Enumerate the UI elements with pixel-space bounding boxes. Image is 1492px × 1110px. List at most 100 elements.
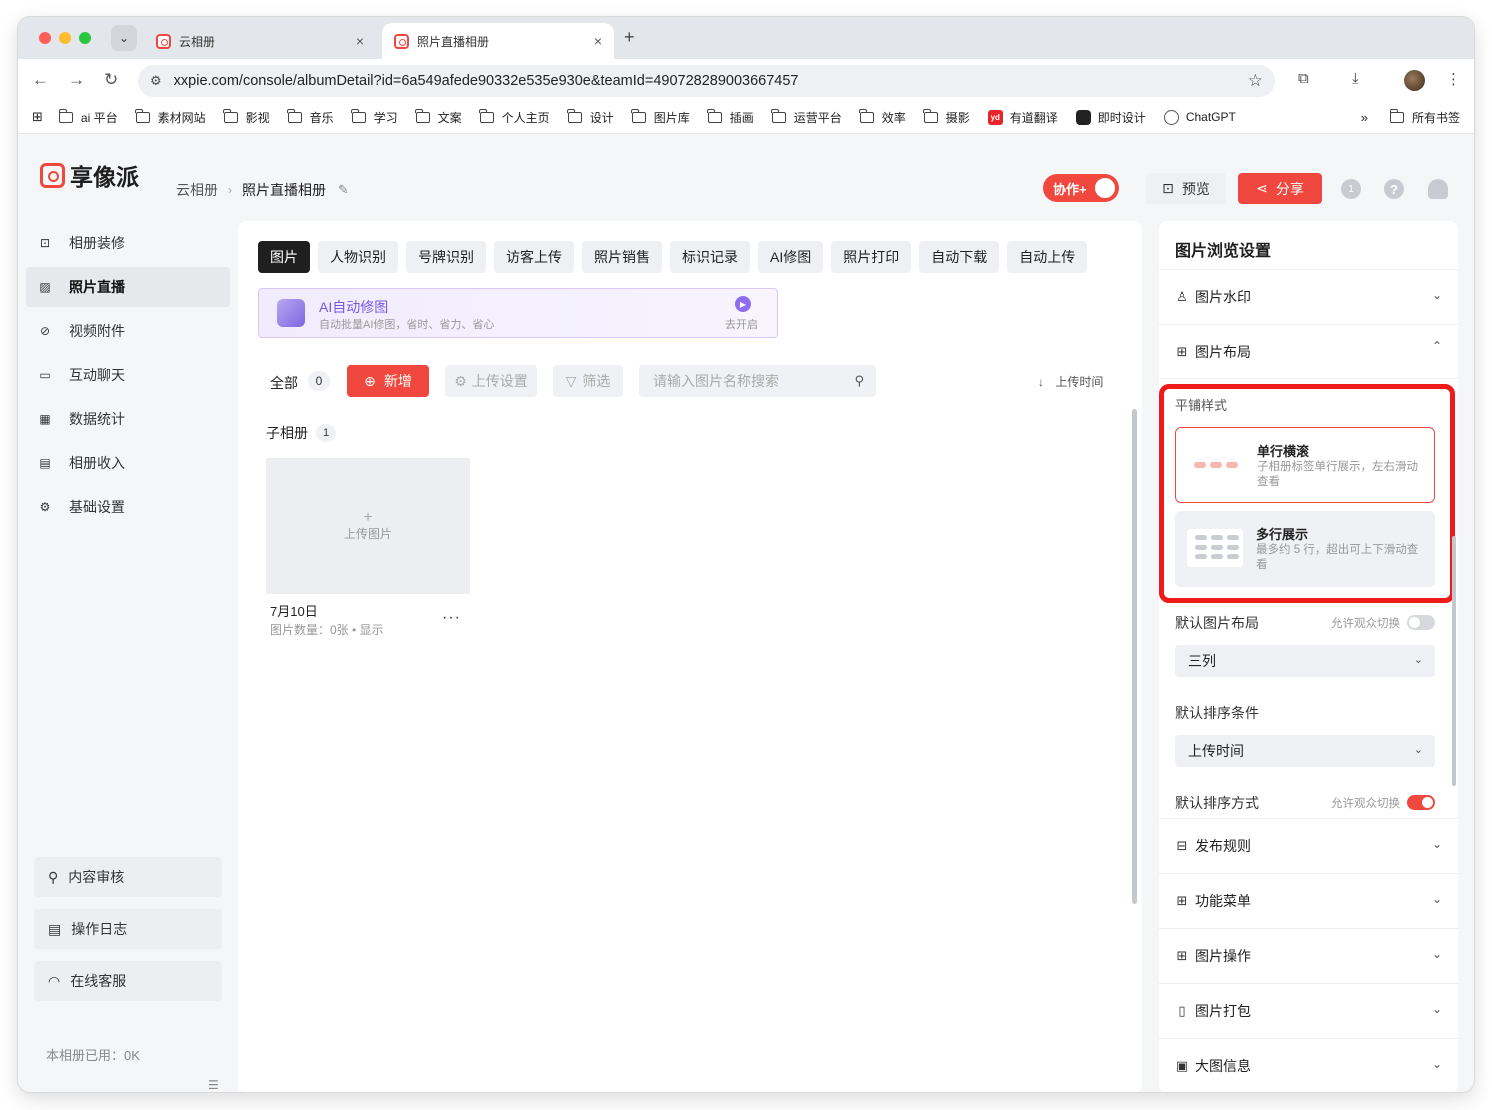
share-button[interactable]: ⋖ 分享 [1238, 173, 1322, 204]
more-menu-icon[interactable]: ⋮ [1446, 70, 1461, 88]
tab-search-button[interactable]: ⌄ [111, 25, 137, 51]
bookmark-item[interactable]: 插画 [707, 108, 754, 126]
tab-close-icon[interactable]: × [594, 33, 602, 49]
bookmark-item[interactable]: 图片库 [631, 108, 690, 126]
xxpie-favicon-icon [156, 33, 171, 49]
preview-button[interactable]: ⊡ 预览 [1146, 173, 1226, 204]
more-bookmarks-icon[interactable]: » [1361, 110, 1368, 125]
section-layout[interactable]: ⊞ 图片布局 ⌃ [1159, 324, 1458, 379]
site-settings-icon[interactable]: ⚙ [150, 73, 162, 89]
section-grid[interactable]: ⊞ 图片操作 ⌄ [1159, 928, 1458, 983]
bookmark-item[interactable]: 音乐 [287, 108, 334, 126]
maximize-window-button[interactable] [79, 32, 91, 44]
level-badge[interactable]: 1 [1341, 179, 1361, 199]
order-switch-toggle[interactable] [1407, 795, 1435, 810]
profile-avatar[interactable] [1404, 70, 1425, 91]
back-arrow-icon[interactable]: ← [32, 70, 49, 90]
watermark-icon: ♙ [1176, 289, 1188, 304]
sidebar-item-image[interactable]: ▨ 照片直播 [26, 267, 230, 307]
minimize-window-button[interactable] [59, 32, 71, 44]
sidebar-item-decor[interactable]: ⊡ 相册装修 [26, 223, 230, 263]
main-scrollbar[interactable] [1132, 409, 1137, 904]
sub-album-name[interactable]: 7月10日 [270, 601, 318, 620]
browser-tab[interactable]: 云相册 × [144, 23, 376, 59]
download-icon[interactable]: ⤓ [1352, 70, 1359, 87]
upload-settings-button[interactable]: ⚙ 上传设置 [445, 365, 537, 397]
section-info[interactable]: ▣ 大图信息 ⌄ [1159, 1038, 1458, 1092]
search-input[interactable]: 请输入图片名称搜索 ⚲ [639, 365, 876, 397]
reload-icon[interactable]: ↻ [104, 70, 118, 90]
ai-retouch-banner[interactable]: AI自动修图 自动批量AI修图，省时、省力、省心 ▶ 去开启 [258, 288, 778, 338]
add-button[interactable]: ⊕ 新增 [347, 365, 429, 397]
close-window-button[interactable] [39, 32, 51, 44]
bell-icon[interactable] [1428, 179, 1448, 199]
bookmark-item[interactable]: 设计 [567, 108, 614, 126]
bookmark-item[interactable]: ai 平台 [58, 108, 118, 126]
funnel-icon: ▽ [565, 372, 577, 389]
sidebar-online-support[interactable]: ◠ 在线客服 [34, 961, 222, 1001]
feature-tab[interactable]: 号牌识别 [406, 241, 486, 273]
layout-switch-toggle[interactable] [1407, 615, 1435, 630]
apps-grid-icon[interactable]: ⊞ [32, 109, 43, 125]
sidebar-content-review[interactable]: ⚲ 内容审核 [34, 857, 222, 897]
forward-arrow-icon[interactable]: → [68, 70, 85, 90]
sidebar-item-stats[interactable]: ▦ 数据统计 [26, 399, 230, 439]
breadcrumb-cloud-album[interactable]: 云相册 [176, 180, 218, 200]
feature-tab[interactable]: 照片销售 [582, 241, 662, 273]
feature-tab[interactable]: 照片打印 [831, 241, 912, 273]
panel-scrollbar[interactable] [1452, 536, 1456, 786]
all-filter-label[interactable]: 全部 [270, 373, 298, 393]
default-layout-select[interactable]: 三列 ⌄ [1175, 645, 1435, 677]
feature-tab[interactable]: 人物识别 [318, 241, 398, 273]
ai-banner-action[interactable]: 去开启 [725, 316, 758, 332]
sidebar-item-settings[interactable]: ⚙ 基础设置 [26, 487, 230, 527]
extensions-icon[interactable]: ⧉ [1298, 70, 1309, 87]
bookmark-star-icon[interactable]: ☆ [1248, 71, 1263, 91]
sidebar-operation-log[interactable]: ▤ 操作日志 [34, 909, 222, 949]
sub-album-card-upload[interactable]: + 上传图片 [266, 458, 470, 594]
section-package[interactable]: ▯ 图片打包 ⌄ [1159, 983, 1458, 1038]
bookmark-item[interactable]: 摄影 [923, 108, 970, 126]
default-sort-select[interactable]: 上传时间 ⌄ [1175, 735, 1435, 767]
bookmark-item[interactable]: 学习 [351, 108, 398, 126]
bookmark-item[interactable]: 效率 [859, 108, 906, 126]
feature-tab[interactable]: 访客上传 [494, 241, 574, 273]
bookmark-item[interactable]: 文案 [415, 108, 462, 126]
sidebar-item-attachment[interactable]: ⊘ 视频附件 [26, 311, 230, 351]
collab-button[interactable]: 协作+ [1043, 174, 1119, 202]
all-bookmarks[interactable]: 所有书签 [1389, 108, 1460, 126]
feature-tab[interactable]: 自动上传 [1007, 241, 1088, 273]
bookmark-item[interactable]: yd 有道翻译 [987, 109, 1058, 126]
feature-tab[interactable]: 图片 [258, 241, 310, 273]
help-icon[interactable]: ? [1384, 179, 1404, 199]
section-publish[interactable]: ⊟ 发布规则 ⌄ [1159, 818, 1458, 873]
new-tab-button[interactable]: + [624, 27, 635, 48]
folder-icon [631, 108, 646, 123]
filter-button[interactable]: ▽ 筛选 [553, 365, 623, 397]
tab-close-icon[interactable]: × [356, 33, 364, 49]
address-bar[interactable]: ⚙ xxpie.com/console/albumDetail?id=6a549… [138, 65, 1275, 97]
bookmark-item[interactable]: 个人主页 [479, 108, 550, 126]
bookmark-item[interactable]: 素材网站 [135, 108, 206, 126]
edit-icon[interactable]: ✎ [338, 182, 349, 198]
feature-tab[interactable]: 标识记录 [670, 241, 750, 273]
bookmark-item[interactable]: 即时设计 [1075, 109, 1146, 126]
section-menu[interactable]: ⊞ 功能菜单 ⌄ [1159, 873, 1458, 928]
search-placeholder: 请输入图片名称搜索 [653, 373, 779, 389]
more-dots-icon[interactable]: ··· [442, 609, 461, 627]
collapse-sidebar-icon[interactable]: ☰ [208, 1078, 219, 1092]
search-icon[interactable]: ⚲ [854, 373, 864, 389]
browser-tab-active[interactable]: 照片直播相册 × [382, 23, 614, 59]
sidebar-item-chat[interactable]: ▭ 互动聊天 [26, 355, 230, 395]
bookmark-item[interactable]: 影视 [223, 108, 270, 126]
bookmark-item[interactable]: 运营平台 [771, 108, 842, 126]
sidebar-item-income[interactable]: ▤ 相册收入 [26, 443, 230, 483]
bookmark-item[interactable]: ChatGPT [1163, 109, 1236, 125]
section-watermark[interactable]: ♙ 图片水印 ⌄ [1159, 269, 1458, 324]
feature-tab[interactable]: 自动下载 [919, 241, 1000, 273]
feature-tab[interactable]: AI修图 [758, 241, 824, 273]
settings-icon: ⚙ [39, 500, 51, 514]
sort-by-upload-time[interactable]: ↓ 上传时间 [1038, 373, 1103, 390]
logo[interactable]: 享像派 [40, 158, 139, 192]
all-count-badge: 0 [308, 371, 330, 391]
